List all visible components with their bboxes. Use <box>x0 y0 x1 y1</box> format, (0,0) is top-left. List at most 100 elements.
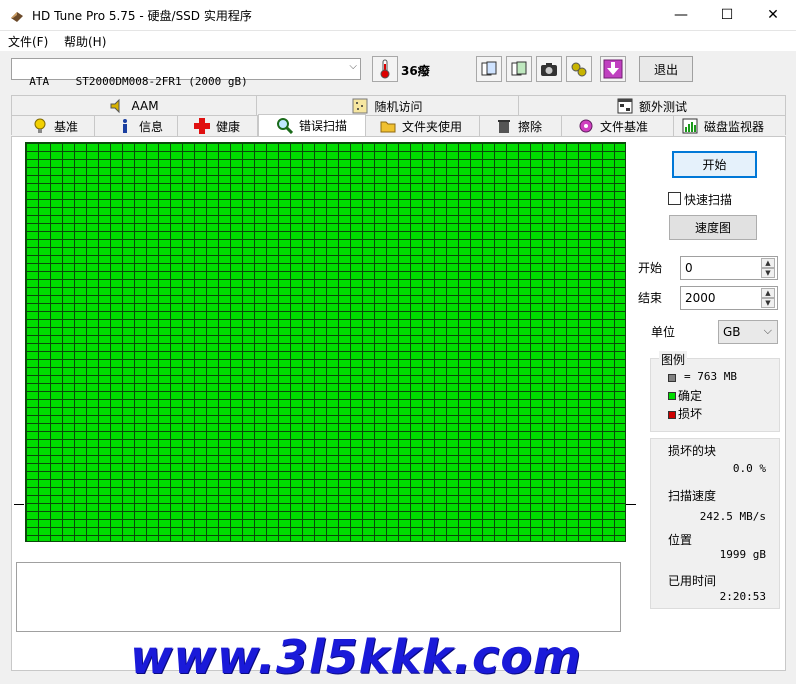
damaged-swatch <box>668 411 676 419</box>
download-arrow-icon <box>603 59 623 79</box>
start-position-spinner[interactable]: 0 ▲ ▼ <box>680 256 778 280</box>
trash-icon <box>498 120 510 133</box>
spin-up-icon[interactable]: ▲ <box>761 258 775 268</box>
random-access-icon <box>352 98 368 114</box>
start-position-label: 开始 <box>638 261 663 275</box>
maximize-icon: ☐ <box>720 7 734 23</box>
spin-down-icon[interactable]: ▼ <box>761 298 775 308</box>
temperature-readout: 36癈 <box>401 64 430 78</box>
tab-aam[interactable]: AAM <box>12 96 257 116</box>
gears-icon <box>571 62 587 77</box>
tab-random-access[interactable]: 随机访问 <box>257 96 519 116</box>
spin-up-icon[interactable]: ▲ <box>761 288 775 298</box>
extra-tests-icon <box>617 98 633 114</box>
legend-ok: 确定 <box>678 389 703 403</box>
tab-file-benchmark[interactable]: 文件基准 <box>562 116 674 136</box>
menu-bar: 文件(F) 帮助(H) <box>0 31 796 51</box>
legend-damaged: 损坏 <box>678 407 703 421</box>
magnifier-icon <box>277 117 293 134</box>
position-marker-left <box>14 504 24 505</box>
chevron-down-icon: ⌵ <box>763 324 772 337</box>
position-value: 1999 gB <box>719 548 766 561</box>
tab-random-access-label: 随机访问 <box>374 99 423 114</box>
start-scan-button[interactable]: 开始 <box>672 151 757 178</box>
maximize-button[interactable]: ☐ <box>704 0 750 30</box>
info-icon <box>123 119 127 133</box>
save-button[interactable] <box>600 56 626 82</box>
chevron-down-icon: ⌵ <box>349 61 357 72</box>
tab-erase[interactable]: 擦除 <box>480 116 562 136</box>
drive-select-value: ATA ST2000DM008-2FR1 (2000 gB) <box>29 75 248 88</box>
unit-select[interactable]: GB ⌵ <box>718 320 778 344</box>
position-label: 位置 <box>668 533 693 547</box>
end-position-value: 2000 <box>685 291 716 305</box>
tab-benchmark[interactable]: 基准 <box>12 116 95 136</box>
start-position-value: 0 <box>685 261 693 275</box>
minimize-button[interactable]: — <box>658 0 704 30</box>
elapsed-time-label: 已用时间 <box>668 574 717 588</box>
lightbulb-icon <box>34 118 46 133</box>
legend-title: 图例 <box>659 351 688 368</box>
copy-graph-button[interactable] <box>506 56 532 82</box>
ok-swatch <box>668 392 676 400</box>
tab-row-bottom: 基准 信息 健康 错误扫描 文件夹使用 擦除 文件基准 磁盘监视器 <box>11 114 786 136</box>
tab-folder-usage[interactable]: 文件夹使用 <box>366 116 480 136</box>
temperature-button[interactable] <box>372 56 398 82</box>
tab-benchmark-label: 基准 <box>54 119 79 134</box>
tab-error-scan-label: 错误扫描 <box>299 119 348 133</box>
hd-tune-app-icon <box>11 12 23 22</box>
disk-monitor-icon <box>682 118 698 134</box>
file-benchmark-icon <box>579 119 593 133</box>
options-button[interactable] <box>566 56 592 82</box>
end-position-spinner[interactable]: 2000 ▲ ▼ <box>680 286 778 310</box>
exit-button[interactable]: 退出 <box>639 56 693 82</box>
thermometer-icon <box>380 59 390 79</box>
damaged-blocks-label: 损坏的块 <box>668 444 717 458</box>
watermark: www.3l5kkk.com <box>130 630 582 684</box>
tab-file-benchmark-label: 文件基准 <box>600 119 649 134</box>
spin-down-icon[interactable]: ▼ <box>761 268 775 278</box>
tab-disk-monitor[interactable]: 磁盘监视器 <box>674 116 785 136</box>
tab-erase-label: 擦除 <box>518 119 543 134</box>
tab-disk-monitor-label: 磁盘监视器 <box>704 119 765 134</box>
tab-row-top: AAM 随机访问 额外测试 <box>11 95 786 116</box>
damaged-blocks-value: 0.0 % <box>732 462 766 475</box>
quick-scan-checkbox[interactable] <box>668 192 681 205</box>
folder-icon <box>380 121 396 133</box>
menu-help[interactable]: 帮助(H) <box>64 33 106 50</box>
scan-speed-value: 242.5 MB/s <box>699 510 766 523</box>
tab-extra-tests[interactable]: 额外测试 <box>519 96 785 116</box>
tab-info[interactable]: 信息 <box>95 116 178 136</box>
copy-graph-icon <box>511 61 527 76</box>
speed-map-button[interactable]: 速度图 <box>669 215 757 240</box>
title-bar: HD Tune Pro 5.75 - 硬盘/SSD 实用程序 — ☐ ✕ <box>0 0 796 31</box>
tab-health-label: 健康 <box>216 119 241 134</box>
window-title: HD Tune Pro 5.75 - 硬盘/SSD 实用程序 <box>32 9 252 23</box>
unit-label: 单位 <box>651 325 676 339</box>
tab-extra-tests-label: 额外测试 <box>638 99 687 114</box>
scan-log <box>16 562 621 632</box>
minimize-icon: — <box>674 7 688 23</box>
scan-speed-label: 扫描速度 <box>668 489 717 503</box>
drive-select[interactable]: ATA ST2000DM008-2FR1 (2000 gB) ⌵ <box>11 58 361 88</box>
end-position-label: 结束 <box>638 291 663 305</box>
unit-select-value: GB <box>723 325 741 339</box>
scan-block-map <box>25 142 626 542</box>
close-icon: ✕ <box>767 7 779 23</box>
speaker-icon <box>110 98 120 114</box>
camera-icon <box>541 63 557 76</box>
copy-icon <box>481 61 497 76</box>
menu-file[interactable]: 文件(F) <box>8 33 48 50</box>
tab-error-scan[interactable]: 错误扫描 <box>258 114 366 136</box>
tab-health[interactable]: 健康 <box>178 116 258 136</box>
block-size-swatch <box>668 374 676 382</box>
quick-scan-label: 快速扫描 <box>684 193 733 207</box>
screenshot-button[interactable] <box>536 56 562 82</box>
tab-info-label: 信息 <box>139 119 164 134</box>
tab-folder-usage-label: 文件夹使用 <box>402 119 463 134</box>
position-marker-right <box>626 504 636 505</box>
tab-aam-label: AAM <box>131 99 159 113</box>
close-button[interactable]: ✕ <box>750 0 796 30</box>
copy-text-button[interactable] <box>476 56 502 82</box>
elapsed-time-value: 2:20:53 <box>719 590 766 603</box>
